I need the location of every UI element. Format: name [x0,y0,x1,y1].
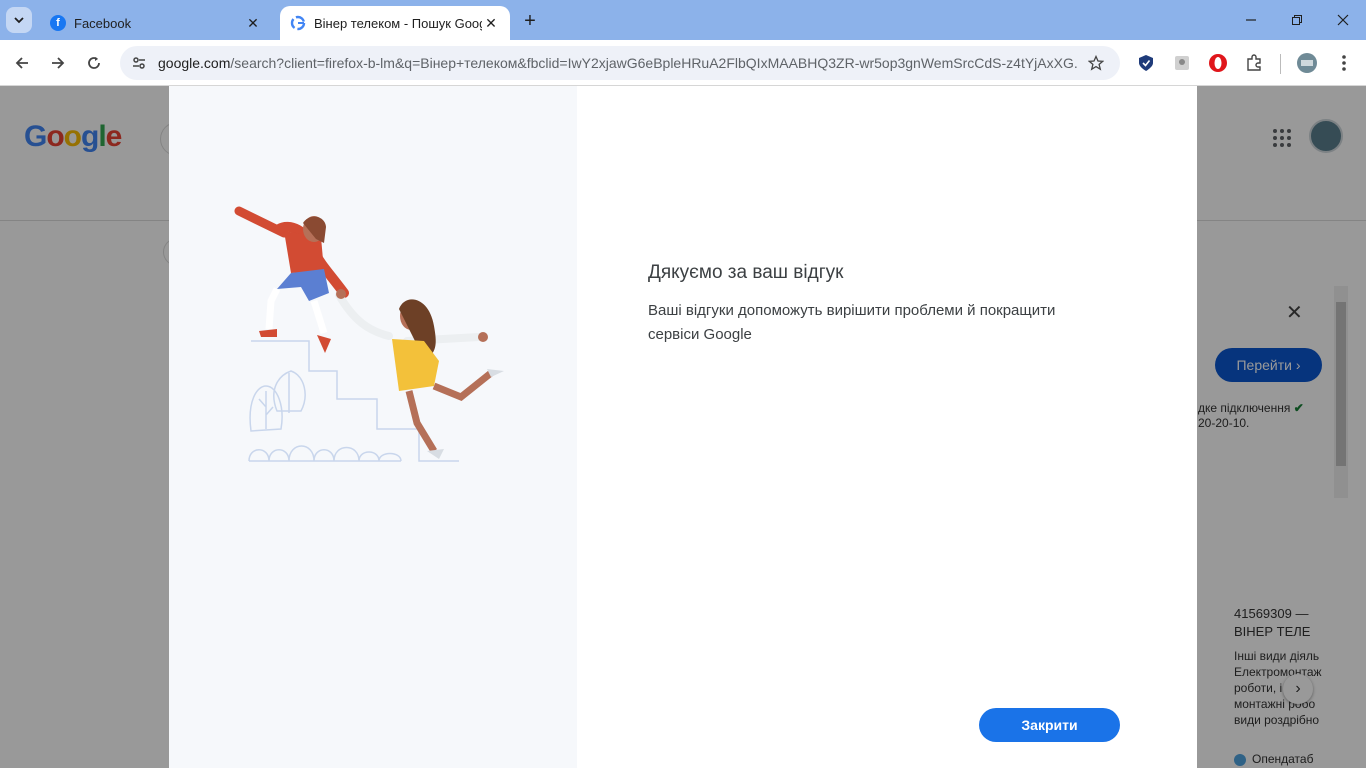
climbing-people-illustration [234,206,504,462]
shield-extension-icon[interactable] [1134,51,1158,75]
site-info-icon[interactable] [128,52,150,74]
facebook-icon: f [50,15,66,31]
minimize-button[interactable] [1228,6,1274,34]
menu-kebab-icon[interactable] [1332,51,1356,75]
reload-button[interactable] [80,49,108,77]
extension-icon[interactable] [1170,51,1194,75]
close-tab-icon[interactable]: ✕ [244,14,262,32]
chevron-down-icon [14,17,24,24]
dialog-title: Дякуємо за ваш відгук [648,262,844,283]
tab-facebook[interactable]: f Facebook ✕ [40,6,272,40]
forward-button[interactable] [44,49,72,77]
minimize-icon [1246,19,1256,21]
close-tab-icon[interactable]: ✕ [482,14,500,32]
tab-bar: f Facebook ✕ Вінер телеком - Пошук Googl… [0,0,1366,40]
url-text: google.com/search?client=firefox-b-lm&q=… [158,55,1078,71]
tab-title: Вінер телеком - Пошук Google [314,15,482,31]
toolbar-divider [1280,54,1281,74]
back-button[interactable] [8,49,36,77]
url-path: /search?client=firefox-b-lm&q=Вінер+теле… [230,55,1078,71]
close-icon [1337,14,1349,26]
tab-google-search[interactable]: Вінер телеком - Пошук Google ✕ [280,6,510,40]
google-icon [290,15,306,31]
adblock-extension-icon[interactable] [1206,51,1230,75]
bookmark-star-icon[interactable] [1086,53,1106,73]
tab-title: Facebook [74,15,132,31]
tab-search-button[interactable] [6,7,32,33]
arrow-left-icon [15,57,28,69]
reload-icon [88,57,100,69]
url-host: google.com [158,55,231,71]
arrow-right-icon [52,57,65,69]
feedback-dialog: Дякуємо за ваш відгук Ваші відгуки допом… [169,86,1197,768]
close-window-button[interactable] [1320,6,1366,34]
restore-icon [1292,15,1302,25]
dialog-body: Ваші відгуки допоможуть вирішити проблем… [648,302,1056,343]
dialog-illustration-panel [169,86,577,768]
extensions-puzzle-icon[interactable] [1242,51,1266,75]
new-tab-button[interactable]: + [518,9,542,33]
close-dialog-button[interactable]: Закрити [979,708,1120,742]
browser-toolbar: google.com/search?client=firefox-b-lm&q=… [0,40,1366,86]
restore-button[interactable] [1274,6,1320,34]
address-bar[interactable]: google.com/search?client=firefox-b-lm&q=… [120,46,1120,80]
